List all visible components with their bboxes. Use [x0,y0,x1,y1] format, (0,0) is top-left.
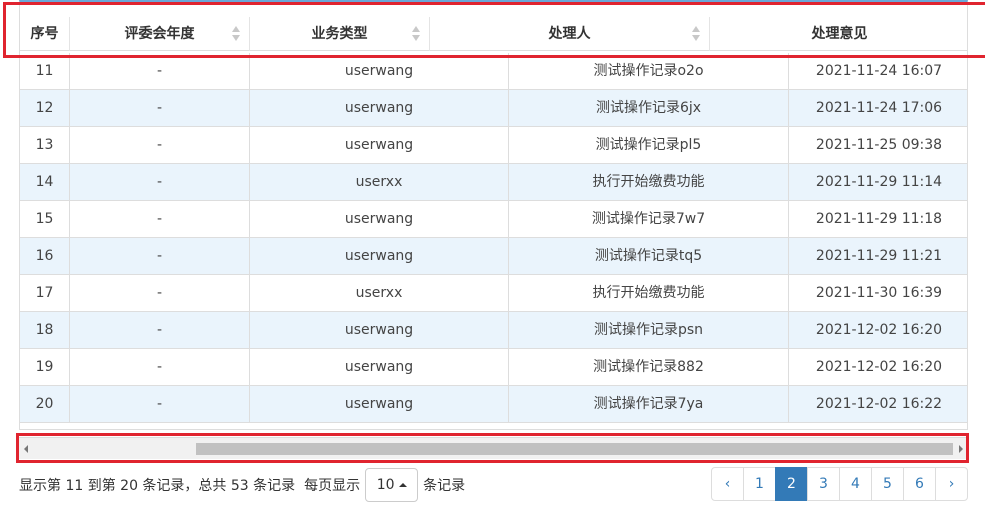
page-size-dropdown[interactable]: 10 [365,468,419,502]
table-row[interactable]: 20 - userwang 测试操作记录7ya 2021-12-02 16:22 [20,386,967,423]
table-row[interactable]: 13 - userwang 测试操作记录pl5 2021-11-25 09:38 [20,127,967,164]
table-row[interactable]: 17 - userxx 执行开始缴费功能 2021-11-30 16:39 [20,275,967,312]
table-row[interactable]: 15 - userwang 测试操作记录7w7 2021-11-29 11:18 [20,201,967,238]
cell-user: userwang [250,53,509,89]
cell-index: 18 [20,312,70,348]
cell-action: 测试操作记录7ya [509,386,789,422]
cell-year: - [70,312,250,348]
cell-year: - [70,164,250,200]
sort-icon[interactable] [692,26,700,42]
page-5-button[interactable]: 5 [871,467,904,501]
cell-user: userwang [250,386,509,422]
cell-time: 2021-11-24 16:07 [815,63,943,79]
header-year-label: 评委会年度 [124,26,195,42]
caret-up-icon [398,483,407,487]
cell-action: 测试操作记录6jx [509,90,789,126]
records-table: 序号 评委会年度 业务类型 处理人 处理意见 11 - userwang 测试操… [19,0,968,430]
table-header: 序号 评委会年度 业务类型 处理人 处理意见 [20,17,967,51]
table-body: 11 - userwang 测试操作记录o2o 2021-11-24 16:07… [20,53,967,423]
next-page-button[interactable]: › [935,467,968,501]
table-row[interactable]: 19 - userwang 测试操作记录882 2021-12-02 16:20 [20,349,967,386]
header-index[interactable]: 序号 [20,17,70,51]
cell-action: 测试操作记录7w7 [509,201,789,237]
cell-user: userxx [250,275,509,311]
cell-year: - [70,90,250,126]
cell-user: userwang [250,127,509,163]
scroll-right-arrow-icon[interactable] [959,445,963,453]
cell-index: 13 [20,127,70,163]
page-size-value: 10 [376,477,395,493]
cell-index: 11 [20,53,70,89]
cell-action: 测试操作记录psn [509,312,789,348]
pagination: ‹ 1 2 3 4 5 6 › [711,467,968,501]
cell-index: 17 [20,275,70,311]
cell-action: 测试操作记录pl5 [509,127,789,163]
cell-time: 2021-11-25 09:38 [815,137,943,153]
table-footer: 显示第 11 到第 20 条记录，总共 53 条记录 每页显示 10 条记录 [19,468,465,502]
scroll-left-arrow-icon[interactable] [24,445,28,453]
scroll-thumb[interactable] [196,443,953,455]
header-business-type-label: 业务类型 [311,26,368,42]
cell-index: 16 [20,238,70,274]
per-page-suffix: 条记录 [423,478,466,494]
page-4-button[interactable]: 4 [839,467,872,501]
cell-user: userwang [250,312,509,348]
page-1-button[interactable]: 1 [743,467,776,501]
cell-time: 2021-12-02 16:22 [815,396,943,412]
cell-user: userwang [250,349,509,385]
cell-index: 14 [20,164,70,200]
header-opinion[interactable]: 处理意见 [710,17,967,51]
header-handler[interactable]: 处理人 [430,17,710,51]
cell-action: 执行开始缴费功能 [509,275,789,311]
table-row[interactable]: 11 - userwang 测试操作记录o2o 2021-11-24 16:07 [20,53,967,90]
header-opinion-label: 处理意见 [811,26,868,42]
cell-time: 2021-12-02 16:20 [815,359,943,375]
cell-time: 2021-11-29 11:14 [815,174,943,190]
header-handler-label: 处理人 [548,26,591,42]
cell-year: - [70,53,250,89]
page-6-button[interactable]: 6 [903,467,936,501]
cell-time: 2021-12-02 16:20 [815,322,943,338]
page-3-button[interactable]: 3 [807,467,840,501]
page-2-button[interactable]: 2 [775,467,808,501]
per-page-prefix: 每页显示 [304,478,361,494]
cell-action: 执行开始缴费功能 [509,164,789,200]
header-index-label: 序号 [30,26,59,42]
header-business-type[interactable]: 业务类型 [250,17,430,51]
cell-year: - [70,386,250,422]
cell-action: 测试操作记录882 [509,349,789,385]
table-row[interactable]: 18 - userwang 测试操作记录psn 2021-12-02 16:20 [20,312,967,349]
header-year[interactable]: 评委会年度 [70,17,250,51]
cell-time: 2021-11-24 17:06 [815,100,943,116]
sort-icon[interactable] [412,26,420,42]
table-row[interactable]: 12 - userwang 测试操作记录6jx 2021-11-24 17:06 [20,90,967,127]
prev-page-button[interactable]: ‹ [711,467,744,501]
cell-index: 19 [20,349,70,385]
cell-year: - [70,127,250,163]
cell-user: userwang [250,238,509,274]
cell-year: - [70,201,250,237]
cell-index: 20 [20,386,70,422]
cell-time: 2021-11-29 11:18 [815,211,943,227]
cell-year: - [70,275,250,311]
sort-icon[interactable] [232,26,240,42]
cell-user: userwang [250,201,509,237]
record-summary: 显示第 11 到第 20 条记录，总共 53 条记录 [19,478,296,494]
cell-action: 测试操作记录tq5 [509,238,789,274]
cell-action: 测试操作记录o2o [509,53,789,89]
cell-index: 15 [20,201,70,237]
cell-time: 2021-11-29 11:21 [815,248,943,264]
cell-year: - [70,238,250,274]
cell-user: userwang [250,90,509,126]
cell-time: 2021-11-30 16:39 [815,285,943,301]
cell-user: userxx [250,164,509,200]
horizontal-scrollbar[interactable] [19,437,968,459]
table-row[interactable]: 14 - userxx 执行开始缴费功能 2021-11-29 11:14 [20,164,967,201]
cell-year: - [70,349,250,385]
table-row[interactable]: 16 - userwang 测试操作记录tq5 2021-11-29 11:21 [20,238,967,275]
cell-index: 12 [20,90,70,126]
